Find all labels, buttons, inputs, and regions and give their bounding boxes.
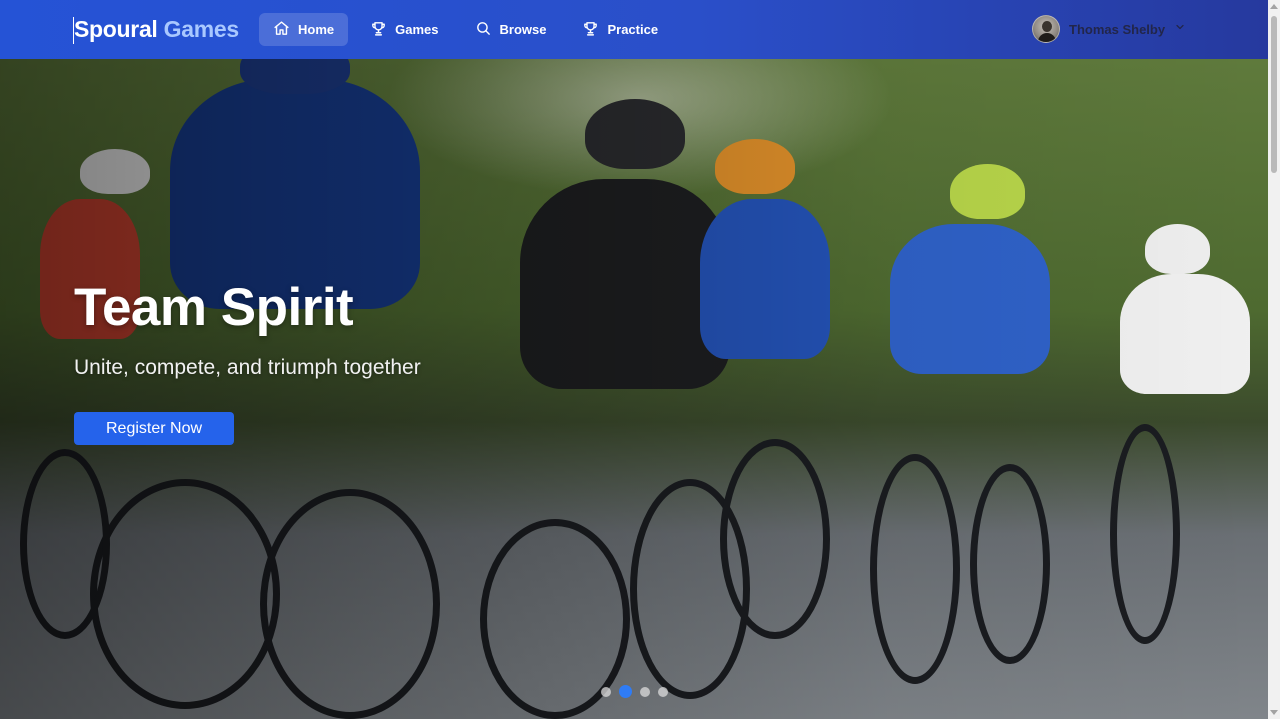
nav-label: Games (395, 22, 439, 37)
scrollbar-thumb[interactable] (1271, 16, 1277, 173)
scroll-down-arrow-icon[interactable] (1270, 710, 1278, 715)
search-icon (475, 20, 492, 40)
user-menu[interactable]: Thomas Shelby (1032, 15, 1186, 43)
avatar[interactable] (1032, 15, 1060, 43)
top-navbar: Spoural Games Home Games Browse Practice… (0, 0, 1268, 59)
nav-item-home[interactable]: Home (259, 13, 349, 46)
hero-overlay (0, 59, 1268, 719)
nav-item-practice[interactable]: Practice (568, 13, 672, 46)
nav-item-browse[interactable]: Browse (461, 13, 561, 46)
vertical-scrollbar[interactable] (1268, 0, 1280, 719)
main-nav: Home Games Browse Practice (259, 13, 672, 46)
hero-title: Team Spirit (74, 278, 354, 337)
hero-subtitle: Unite, compete, and triumph together (74, 356, 421, 379)
register-now-button[interactable]: Register Now (74, 412, 234, 445)
brand-name-part2: Games (163, 16, 240, 42)
hero-carousel: Team Spirit Unite, compete, and triumph … (0, 59, 1268, 719)
carousel-dot[interactable] (658, 686, 668, 697)
home-icon (273, 20, 290, 40)
nav-label: Browse (499, 22, 547, 37)
carousel-indicators (601, 685, 668, 698)
nav-item-games[interactable]: Games (356, 13, 452, 46)
trophy-icon (582, 20, 599, 40)
chevron-down-icon (1174, 20, 1186, 38)
nav-label: Home (298, 22, 335, 37)
trophy-icon (370, 20, 387, 40)
brand-name-part1: Spoural (74, 16, 158, 42)
carousel-dot[interactable] (640, 686, 650, 697)
carousel-dot-active[interactable] (619, 685, 632, 698)
user-name: Thomas Shelby (1069, 21, 1166, 37)
carousel-dot[interactable] (601, 686, 611, 697)
brand-logo[interactable]: Spoural Games (74, 16, 239, 43)
nav-label: Practice (607, 22, 659, 37)
scroll-up-arrow-icon[interactable] (1270, 4, 1278, 9)
